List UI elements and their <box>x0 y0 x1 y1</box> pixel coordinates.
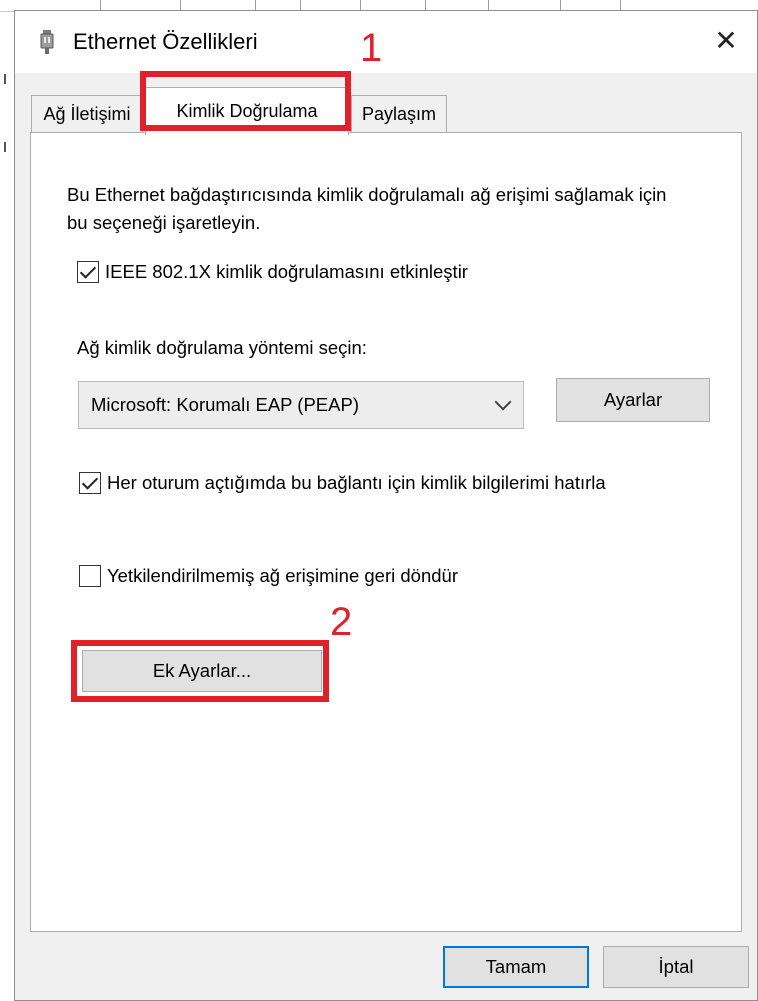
tab-networking[interactable]: Ağ İletişimi <box>31 95 143 133</box>
tab-authentication-label: Kimlik Doğrulama <box>176 101 318 121</box>
remember-credentials-label: Her oturum açtığımda bu bağlantı için ki… <box>107 472 606 493</box>
authentication-panel <box>30 132 742 932</box>
ok-button-label: Tamam <box>485 956 547 977</box>
authentication-description: Bu Ethernet bağdaştırıcısında kimlik doğ… <box>67 184 667 233</box>
fallback-unauthorized-checkbox[interactable] <box>79 565 101 587</box>
enable-8021x-checkbox[interactable] <box>77 261 99 283</box>
annotation-number-1: 1 <box>360 26 383 70</box>
tab-sharing[interactable]: Paylaşım <box>351 95 447 133</box>
tab-authentication[interactable]: Kimlik Doğrulama <box>145 87 349 135</box>
auth-method-value: Microsoft: Korumalı EAP (PEAP) <box>91 394 359 415</box>
method-settings-label: Ayarlar <box>603 389 663 410</box>
remember-credentials-row[interactable]: Her oturum açtığımda bu bağlantı için ki… <box>79 470 639 496</box>
additional-settings-label: Ek Ayarlar... <box>152 660 252 681</box>
auth-method-select[interactable]: Microsoft: Korumalı EAP (PEAP) <box>78 381 524 429</box>
fallback-unauthorized-label: Yetkilendirilmemiş ağ erişimine geri dön… <box>107 565 458 586</box>
additional-settings-button[interactable]: Ek Ayarlar... <box>82 650 322 692</box>
ok-button[interactable]: Tamam <box>443 946 589 988</box>
auth-method-label: Ağ kimlik doğrulama yöntemi seçin: <box>77 337 367 358</box>
chevron-down-icon <box>494 393 512 411</box>
background-mark <box>4 142 6 152</box>
tab-networking-label: Ağ İletişimi <box>43 104 131 124</box>
cancel-button[interactable]: İptal <box>603 946 749 988</box>
method-settings-button[interactable]: Ayarlar <box>556 378 710 422</box>
annotation-number-2: 2 <box>330 600 353 644</box>
dialog-content: Ağ İletişimi Kimlik Doğrulama Paylaşım <box>15 11 757 1001</box>
enable-8021x-label: IEEE 802.1X kimlik doğrulamasını etkinle… <box>105 261 468 282</box>
tab-sharing-label: Paylaşım <box>361 104 437 124</box>
cancel-button-label: İptal <box>658 956 694 977</box>
fallback-unauthorized-row[interactable]: Yetkilendirilmemiş ağ erişimine geri dön… <box>79 563 458 589</box>
background-left-column <box>0 12 14 1001</box>
background-mark <box>4 74 6 84</box>
remember-credentials-checkbox[interactable] <box>79 472 101 494</box>
enable-8021x-row[interactable]: IEEE 802.1X kimlik doğrulamasını etkinle… <box>77 259 468 285</box>
